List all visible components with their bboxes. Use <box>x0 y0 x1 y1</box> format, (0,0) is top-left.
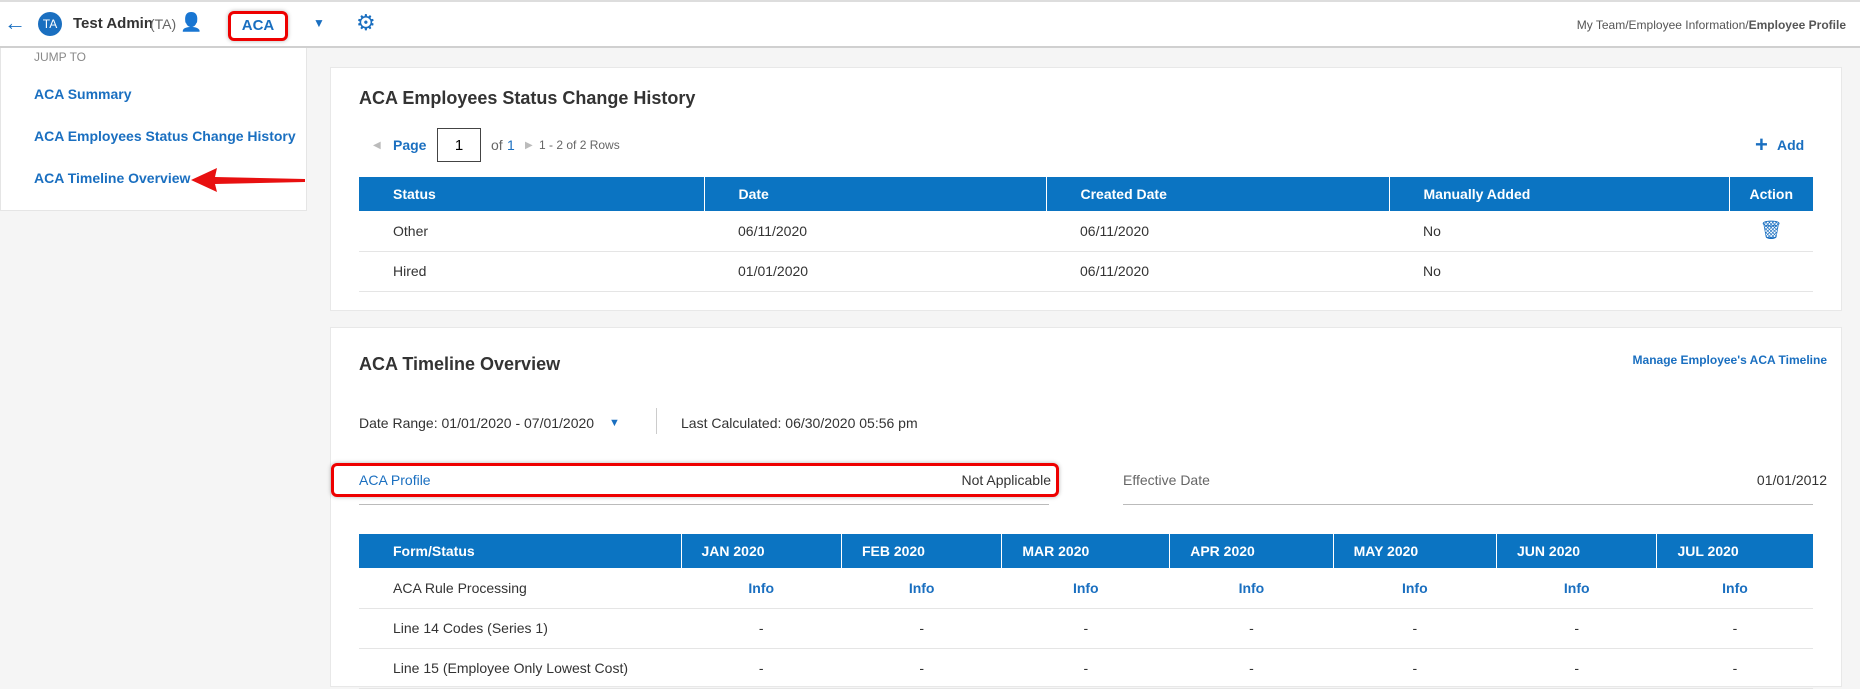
section-title: ACA Timeline Overview <box>359 354 561 374</box>
status-cell: Hired <box>359 251 704 292</box>
info-link[interactable]: Info <box>681 568 842 609</box>
table-header: Form/Status JAN 2020 FEB 2020 MAR 2020 A… <box>359 534 1813 568</box>
manually-added-cell: No <box>1389 251 1729 292</box>
breadcrumb: My Team/Employee Information/Employee Pr… <box>1577 18 1846 32</box>
month-cell: - <box>1496 608 1657 649</box>
month-cell: - <box>841 608 1002 649</box>
timeline-card: ACA Timeline Overview Manage Employee's … <box>330 327 1842 689</box>
table-row: Line 15 (Employee Only Lowest Cost) - - - - -… <box>359 648 1813 689</box>
page-input[interactable] <box>437 128 481 162</box>
breadcrumb-path[interactable]: My Team/Employee Information/ <box>1577 18 1749 32</box>
top-bar: ← TA Test Admin (TA) 👤 ACA ▼ ⚙ My Team/E… <box>0 0 1860 48</box>
column-header: Form/Status <box>359 534 682 568</box>
aca-profile-value: Not Applicable <box>961 472 1051 488</box>
trash-icon[interactable]: 🗑 <box>1729 211 1813 252</box>
table-row: Line 14 Codes (Series 1) - - - - - - - <box>359 608 1813 649</box>
info-link[interactable]: Info <box>1001 568 1170 609</box>
plus-icon[interactable]: + <box>1755 132 1768 158</box>
month-cell: - <box>1656 648 1813 689</box>
divider <box>1123 504 1813 505</box>
module-selector[interactable]: ACA <box>228 11 288 41</box>
month-cell: - <box>1333 648 1497 689</box>
manage-timeline-link[interactable]: Manage Employee's ACA Timeline <box>1633 353 1827 367</box>
row-label: Line 15 (Employee Only Lowest Cost) <box>359 648 681 689</box>
avatar[interactable]: TA <box>38 12 62 36</box>
column-header: APR 2020 <box>1169 534 1334 568</box>
info-link[interactable]: Info <box>1656 568 1813 609</box>
table-header: Status Date Created Date Manually Added … <box>359 177 1813 211</box>
column-header[interactable]: Date <box>704 177 1047 211</box>
user-name: Test Admin <box>73 15 154 32</box>
effective-date-label: Effective Date <box>1123 472 1210 488</box>
date-cell: 01/01/2020 <box>704 251 1046 292</box>
rows-info: 1 - 2 of 2 Rows <box>539 138 620 152</box>
breadcrumb-current: Employee Profile <box>1748 18 1846 32</box>
info-link[interactable]: Info <box>841 568 1002 609</box>
info-link[interactable]: Info <box>1333 568 1497 609</box>
column-header: JUN 2020 <box>1496 534 1658 568</box>
page-label: Page <box>393 137 427 153</box>
back-arrow-icon[interactable]: ← <box>4 10 26 36</box>
divider <box>359 504 1049 505</box>
column-header[interactable]: Status <box>359 177 705 211</box>
status-cell: Other <box>359 211 704 252</box>
month-cell: - <box>1169 648 1334 689</box>
column-header[interactable]: Manually Added <box>1389 177 1730 211</box>
column-header: Action <box>1729 177 1813 211</box>
section-title: ACA Employees Status Change History <box>359 88 696 108</box>
sidebar-item-status-history[interactable]: ACA Employees Status Change History <box>34 128 296 144</box>
month-cell: - <box>1333 608 1497 649</box>
column-header: JAN 2020 <box>681 534 842 568</box>
date-range[interactable]: Date Range: 01/01/2020 - 07/01/2020 <box>359 415 594 431</box>
user-abbr: (TA) <box>150 16 177 32</box>
month-cell: - <box>1656 608 1813 649</box>
manually-added-cell: No <box>1389 211 1729 252</box>
status-history-table: Status Date Created Date Manually Added … <box>359 177 1813 292</box>
effective-date-value: 01/01/2012 <box>1756 472 1827 488</box>
last-calculated: Last Calculated: 06/30/2020 05:56 pm <box>681 415 918 431</box>
month-cell: - <box>1001 648 1170 689</box>
month-cell: - <box>1169 608 1334 649</box>
user-link-icon[interactable]: 👤 <box>180 12 202 33</box>
action-cell <box>1729 251 1813 292</box>
table-row: Hired 01/01/2020 06/11/2020 No <box>359 251 1813 292</box>
column-header: MAR 2020 <box>1001 534 1171 568</box>
prev-page-icon[interactable]: ◀ <box>373 140 381 151</box>
table-row: Other 06/11/2020 06/11/2020 No 🗑 <box>359 211 1813 252</box>
column-header: FEB 2020 <box>841 534 1003 568</box>
month-cell: - <box>681 648 842 689</box>
status-history-card: ACA Employees Status Change History ◀ Pa… <box>330 67 1842 311</box>
month-cell: - <box>841 648 1002 689</box>
column-header[interactable]: Created Date <box>1046 177 1390 211</box>
row-label: ACA Rule Processing <box>359 568 681 609</box>
month-cell: - <box>1496 648 1657 689</box>
month-cell: - <box>1001 608 1170 649</box>
of-label: of <box>491 137 503 153</box>
date-cell: 06/11/2020 <box>704 211 1046 252</box>
row-label: Line 14 Codes (Series 1) <box>359 608 681 649</box>
add-button[interactable]: Add <box>1777 137 1804 153</box>
sidebar-item-timeline-overview[interactable]: ACA Timeline Overview <box>34 170 190 186</box>
chevron-down-icon[interactable]: ▼ <box>609 417 620 429</box>
gear-icon[interactable]: ⚙ <box>356 10 376 36</box>
created-date-cell: 06/11/2020 <box>1046 251 1389 292</box>
column-header: JUL 2020 <box>1656 534 1813 568</box>
annotation-arrow <box>191 168 305 192</box>
month-cell: - <box>681 608 842 649</box>
timeline-table: Form/Status JAN 2020 FEB 2020 MAR 2020 A… <box>359 534 1813 689</box>
created-date-cell: 06/11/2020 <box>1046 211 1389 252</box>
table-row: ACA Rule Processing Info Info Info Info Info I… <box>359 568 1813 609</box>
chevron-down-icon[interactable]: ▼ <box>313 16 325 30</box>
info-link[interactable]: Info <box>1496 568 1657 609</box>
column-header: MAY 2020 <box>1333 534 1498 568</box>
info-link[interactable]: Info <box>1169 568 1334 609</box>
jump-to-sidebar: JUMP TO ACA Summary ACA Employees Status… <box>0 48 307 211</box>
next-page-icon[interactable]: ▶ <box>525 140 533 151</box>
total-pages: 1 <box>507 137 515 153</box>
sidebar-item-aca-summary[interactable]: ACA Summary <box>34 86 132 102</box>
jump-to-heading: JUMP TO <box>34 50 87 64</box>
divider <box>656 408 657 434</box>
